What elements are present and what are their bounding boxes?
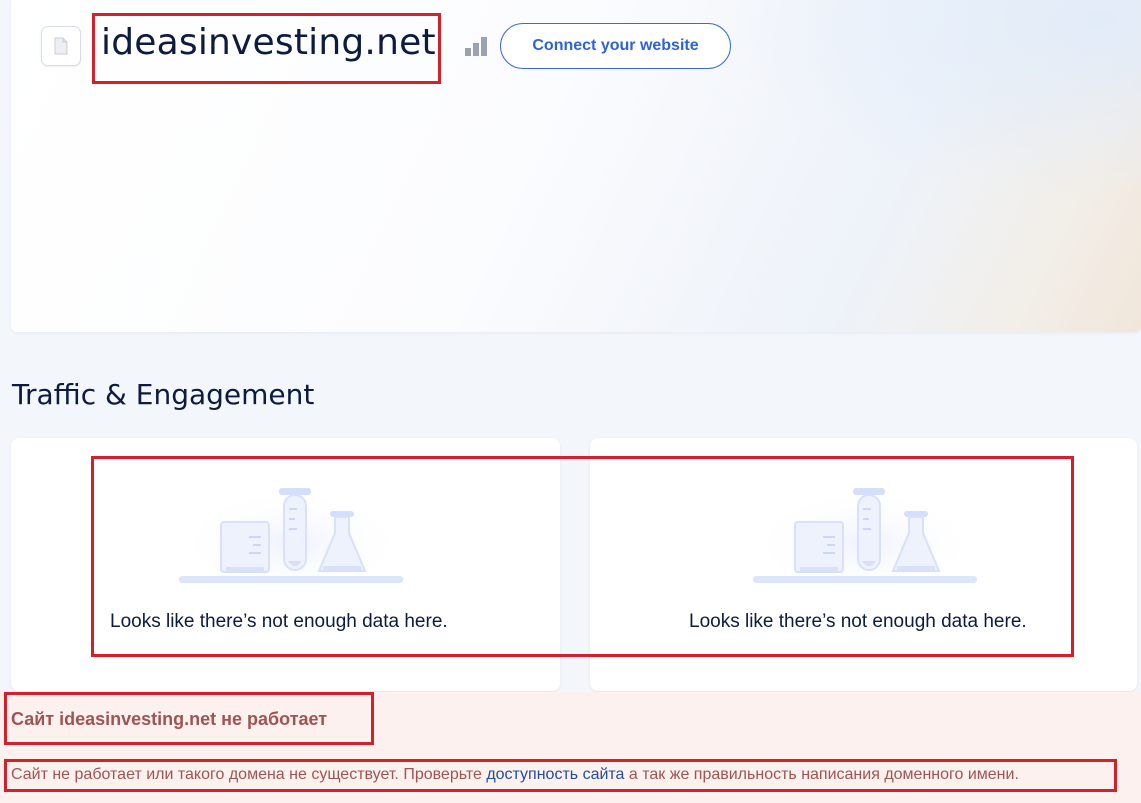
empty-state-highlight: [91, 456, 1074, 657]
error-title-highlight: [4, 692, 374, 745]
document-icon: [54, 37, 68, 55]
hero-glow: [721, 0, 1141, 200]
error-description-highlight: [4, 759, 1117, 792]
site-favicon: [41, 26, 81, 66]
connect-website-button[interactable]: Connect your website: [500, 23, 731, 69]
section-title: Traffic & Engagement: [12, 378, 315, 411]
site-title-highlight: [92, 13, 441, 84]
signal-bars-icon: [465, 37, 487, 56]
